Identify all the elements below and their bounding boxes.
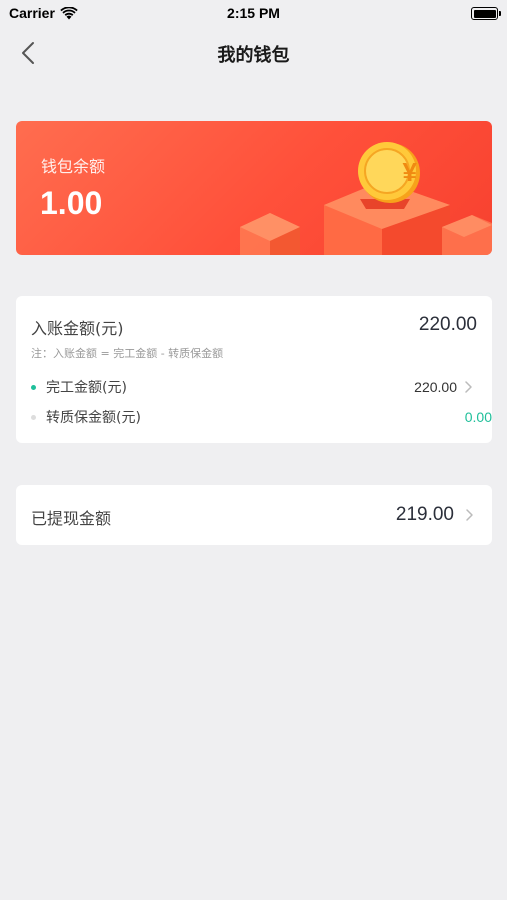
income-note: 注：入账金额 = 完工金额 - 转质保金额 <box>31 347 224 360</box>
withdrawn-amount: 219.00 <box>395 504 454 525</box>
completed-amount-row[interactable]: 完工金额(元) 220.00 <box>31 377 476 397</box>
wallet-balance-label: 钱包余额 <box>41 157 106 176</box>
income-title: 入账金额(元) <box>31 319 124 338</box>
completed-amount-value: 220.00 <box>414 379 457 395</box>
wallet-balance-amount: 1.00 <box>40 185 103 221</box>
status-bar: Carrier 2:15 PM <box>0 0 507 28</box>
page-title: 我的钱包 <box>217 45 290 66</box>
completed-amount-label: 完工金额(元) <box>46 380 127 396</box>
green-dot-icon <box>31 384 36 390</box>
warranty-amount-row: 转质保金额(元) 0.00 <box>31 407 492 427</box>
battery-level <box>473 9 496 18</box>
coin-symbol: ¥ <box>402 157 417 187</box>
chevron-right-icon <box>465 381 472 393</box>
wallet-balance-card: ¥ 钱包余额 1.00 <box>16 121 492 255</box>
coin-box-illustration <box>240 142 492 255</box>
gray-dot-icon <box>31 414 36 420</box>
chevron-right-icon <box>466 509 473 521</box>
battery-icon <box>471 7 501 20</box>
status-time: 2:15 PM <box>227 5 280 21</box>
withdrawn-card[interactable]: 已提现金额 219.00 <box>16 485 492 545</box>
nav-bar: 我的钱包 <box>0 28 507 78</box>
warranty-amount-label: 转质保金额(元) <box>46 410 141 426</box>
income-amount: 220.00 <box>418 314 477 335</box>
withdrawn-label: 已提现金额 <box>31 509 112 528</box>
warranty-amount-value: 0.00 <box>464 409 492 425</box>
